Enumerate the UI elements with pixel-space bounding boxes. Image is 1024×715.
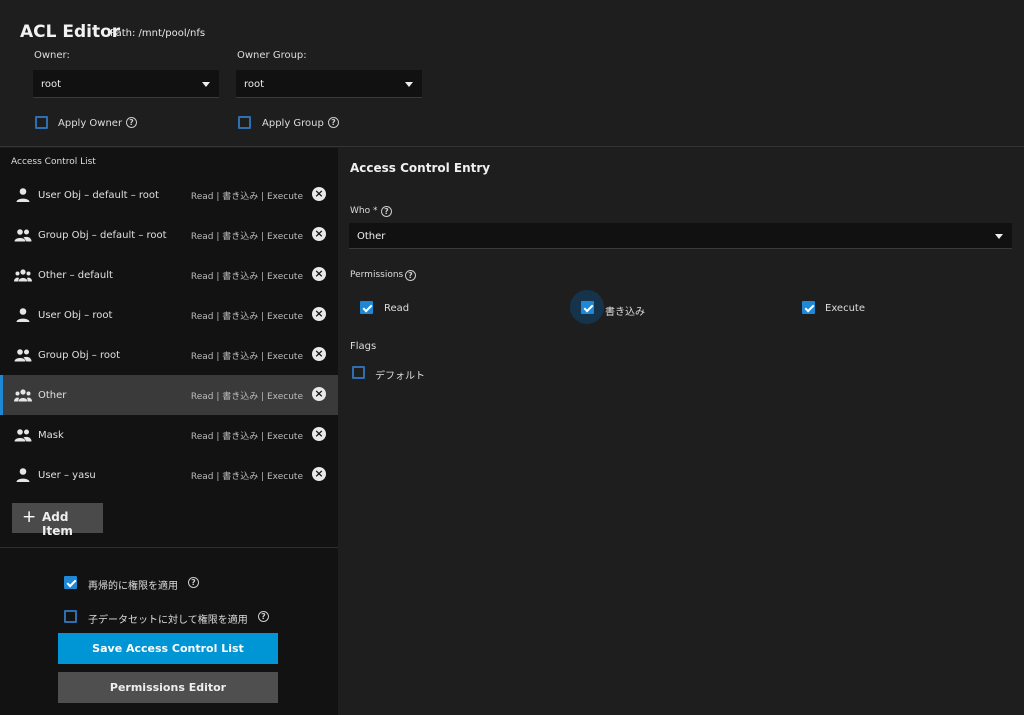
acl-item-name: User Obj – default – root (38, 190, 159, 201)
acl-item-name: Mask (38, 430, 64, 441)
remove-icon[interactable]: × (312, 347, 326, 361)
apply-owner-checkbox[interactable] (35, 116, 48, 129)
remove-icon[interactable]: × (312, 467, 326, 481)
acl-item-perms: Read | 書き込み | Execute (190, 192, 303, 202)
user-icon (14, 307, 32, 323)
apply-owner-label: Apply Owner (58, 118, 123, 129)
acl-list-item[interactable]: User Obj – root Read | 書き込み | Execute × (0, 295, 338, 335)
owner-group-label: Owner Group: (237, 50, 307, 61)
user-icon (14, 187, 32, 203)
acl-item-perms: Read | 書き込み | Execute (190, 392, 303, 402)
who-label: Who * (350, 206, 378, 216)
other-icon (14, 267, 32, 283)
page-title: ACL Editor (20, 22, 121, 42)
remove-icon[interactable]: × (312, 187, 326, 201)
perm-execute-label: Execute (825, 303, 865, 314)
group-icon (14, 227, 32, 243)
user-icon (14, 467, 32, 483)
acl-list-item[interactable]: Mask Read | 書き込み | Execute × (0, 415, 338, 455)
acl-list-item[interactable]: User – yasu Read | 書き込み | Execute × (0, 455, 338, 495)
path-label: Path: /mnt/pool/nfs (110, 28, 206, 39)
acl-list-item[interactable]: Other Read | 書き込み | Execute × (0, 375, 338, 415)
acl-list-heading: Access Control List (11, 157, 96, 167)
ace-title: Access Control Entry (350, 161, 491, 175)
acl-list-panel: Access Control List User Obj – default –… (0, 148, 338, 715)
acl-item-perms: Read | 書き込み | Execute (190, 272, 303, 282)
chevron-down-icon (995, 234, 1003, 239)
perm-read-checkbox[interactable] (360, 301, 373, 314)
acl-item-name: Group Obj – default – root (38, 230, 167, 241)
other-icon (14, 387, 32, 403)
permissions-editor-button[interactable]: Permissions Editor (58, 672, 278, 703)
owner-group-select[interactable]: root (236, 70, 422, 98)
chevron-down-icon (202, 82, 210, 87)
help-icon[interactable]: ? (188, 577, 199, 588)
recursive-checkbox[interactable] (64, 576, 77, 589)
apply-group-checkbox[interactable] (238, 116, 251, 129)
who-value: Other (357, 231, 386, 242)
save-acl-button[interactable]: Save Access Control List (58, 633, 278, 664)
chevron-down-icon (405, 82, 413, 87)
acl-item-perms: Read | 書き込み | Execute (190, 352, 303, 362)
acl-item-name: Other (38, 390, 67, 401)
recursive-label: 再帰的に権限を適用 (88, 581, 178, 592)
remove-icon[interactable]: × (312, 267, 326, 281)
acl-item-perms: Read | 書き込み | Execute (190, 432, 303, 442)
acl-item-perms: Read | 書き込み | Execute (190, 472, 303, 482)
flag-default-checkbox[interactable] (352, 366, 365, 379)
help-icon[interactable]: ? (381, 206, 392, 217)
ace-panel: Access Control Entry Who * ? Other Permi… (338, 148, 1024, 715)
remove-icon[interactable]: × (312, 307, 326, 321)
acl-list-item[interactable]: Other – default Read | 書き込み | Execute × (0, 255, 338, 295)
group-icon (14, 347, 32, 363)
help-icon[interactable]: ? (328, 117, 339, 128)
help-icon[interactable]: ? (405, 270, 416, 281)
flag-default-label: デフォルト (375, 371, 425, 382)
perm-write-checkbox[interactable] (581, 301, 594, 314)
acl-item-name: User – yasu (38, 470, 96, 481)
owner-group-value: root (244, 79, 265, 90)
add-item-label: Add Item (42, 510, 73, 538)
owner-label: Owner: (34, 50, 70, 61)
owner-value: root (41, 79, 62, 90)
child-datasets-label: 子データセットに対して権限を適用 (88, 615, 248, 626)
add-item-button[interactable]: + Add Item (12, 503, 103, 538)
perm-write-label: 書き込み (605, 307, 645, 318)
owner-select[interactable]: root (33, 70, 219, 98)
acl-list-item[interactable]: Group Obj – default – root Read | 書き込み | … (0, 215, 338, 255)
acl-item-name: User Obj – root (38, 310, 113, 321)
acl-item-name: Group Obj – root (38, 350, 121, 361)
apply-group-label: Apply Group (262, 118, 324, 129)
flags-label: Flags (350, 341, 377, 352)
acl-list-item[interactable]: Group Obj – root Read | 書き込み | Execute × (0, 335, 338, 375)
child-datasets-checkbox[interactable] (64, 610, 77, 623)
perm-execute-checkbox[interactable] (802, 301, 815, 314)
remove-icon[interactable]: × (312, 387, 326, 401)
help-icon[interactable]: ? (258, 611, 269, 622)
help-icon[interactable]: ? (126, 117, 137, 128)
group-icon (14, 427, 32, 443)
divider (0, 547, 338, 548)
remove-icon[interactable]: × (312, 427, 326, 441)
permissions-label: Permissions (350, 270, 404, 280)
acl-item-name: Other – default (38, 270, 113, 281)
perm-read-label: Read (384, 303, 410, 314)
acl-header: ACL Editor Path: /mnt/pool/nfs Owner: ro… (0, 0, 1024, 147)
who-select[interactable]: Other (349, 223, 1012, 249)
acl-item-perms: Read | 書き込み | Execute (190, 232, 303, 242)
remove-icon[interactable]: × (312, 227, 326, 241)
acl-item-perms: Read | 書き込み | Execute (190, 312, 303, 322)
acl-list-item[interactable]: User Obj – default – root Read | 書き込み | E… (0, 175, 338, 215)
plus-icon: + (22, 507, 37, 527)
